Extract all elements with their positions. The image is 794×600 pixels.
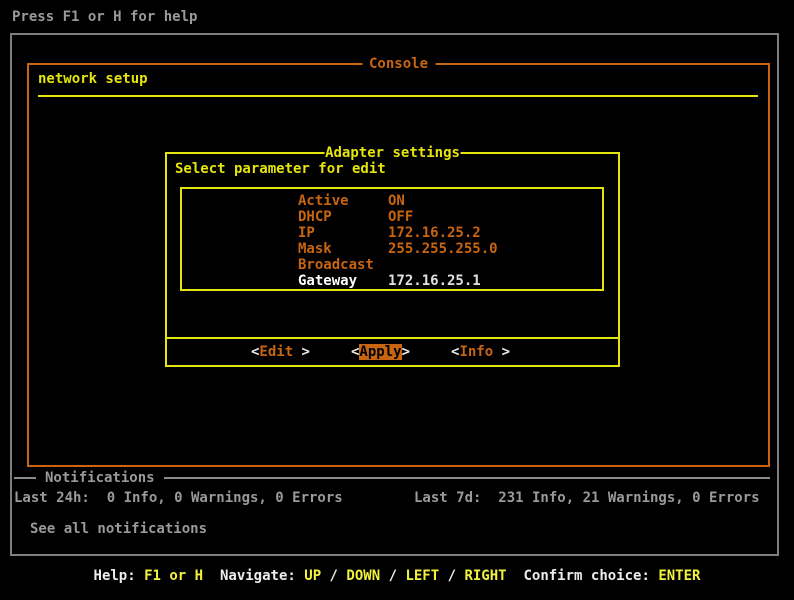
param-value: 255.255.255.0: [388, 241, 498, 257]
info-button[interactable]: <Info >: [451, 344, 510, 360]
edit-button-label: Edit: [259, 344, 293, 360]
notifications-section-header: Notifications: [14, 470, 770, 486]
param-label: IP: [298, 225, 388, 241]
param-label: Active: [298, 193, 388, 209]
bracket-right: >: [293, 344, 310, 360]
navigate-label: Navigate:: [203, 568, 304, 584]
notifications-rule-right: [164, 477, 770, 479]
bracket-right: >: [493, 344, 510, 360]
help-hint-text: Press F1 or H for help: [12, 9, 197, 25]
apply-button-label: Apply: [359, 344, 401, 360]
console-screen: Press F1 or H for help Console network s…: [0, 0, 794, 600]
help-bar: Help: F1 or H Navigate: UP / DOWN / LEFT…: [0, 568, 794, 584]
nav-key-up: UP: [304, 568, 321, 584]
console-panel: Console network setup Adapter settings S…: [27, 63, 770, 467]
param-row-dhcp[interactable]: DHCP OFF: [298, 209, 602, 225]
param-value: 172.16.25.2: [388, 225, 481, 241]
notifications-title: Notifications: [36, 470, 164, 486]
nav-key-separator: /: [380, 568, 405, 584]
apply-button[interactable]: <Apply>: [351, 344, 410, 360]
nav-key-right: RIGHT: [464, 568, 506, 584]
param-label: DHCP: [298, 209, 388, 225]
nav-key-left: LEFT: [405, 568, 439, 584]
param-row-broadcast[interactable]: Broadcast: [298, 257, 602, 273]
nav-key-separator: /: [439, 568, 464, 584]
param-row-active[interactable]: Active ON: [298, 193, 602, 209]
param-row-gateway[interactable]: Gateway 172.16.25.1: [298, 273, 602, 289]
confirm-choice-label: Confirm choice:: [507, 568, 659, 584]
adapter-params-list: Active ON DHCP OFF IP 172.16.25.2 Mask 2…: [180, 187, 604, 291]
notifications-last7d: Last 7d: 231 Info, 21 Warnings, 0 Errors: [414, 490, 760, 506]
param-row-ip[interactable]: IP 172.16.25.2: [298, 225, 602, 241]
edit-button[interactable]: <Edit >: [251, 344, 310, 360]
dialog-button-bar: <Edit > <Apply> <Info >: [167, 337, 618, 365]
param-row-mask[interactable]: Mask 255.255.255.0: [298, 241, 602, 257]
page-title: network setup: [38, 71, 148, 87]
param-label: Gateway: [298, 273, 388, 289]
help-key-f1-h: F1 or H: [144, 568, 203, 584]
param-value: OFF: [388, 209, 413, 225]
notifications-last24h: Last 24h: 0 Info, 0 Warnings, 0 Errors: [14, 490, 343, 506]
console-panel-title: Console: [362, 56, 435, 72]
adapter-dialog-subtitle: Select parameter for edit: [175, 161, 386, 177]
param-label: Mask: [298, 241, 388, 257]
nav-key-down: DOWN: [346, 568, 380, 584]
info-button-label: Info: [459, 344, 493, 360]
see-all-notifications-link[interactable]: See all notifications: [30, 521, 207, 537]
param-label: Broadcast: [298, 257, 388, 273]
adapter-dialog-title: Adapter settings: [324, 145, 461, 161]
adapter-settings-dialog: Adapter settings Select parameter for ed…: [165, 152, 620, 367]
title-underline-divider: [38, 95, 758, 97]
help-bar-label: Help:: [94, 568, 145, 584]
param-value: ON: [388, 193, 405, 209]
nav-key-separator: /: [321, 568, 346, 584]
param-value: 172.16.25.1: [388, 273, 481, 289]
confirm-key-enter: ENTER: [658, 568, 700, 584]
bracket-right: >: [402, 344, 410, 360]
notifications-rule-left: [14, 477, 36, 479]
